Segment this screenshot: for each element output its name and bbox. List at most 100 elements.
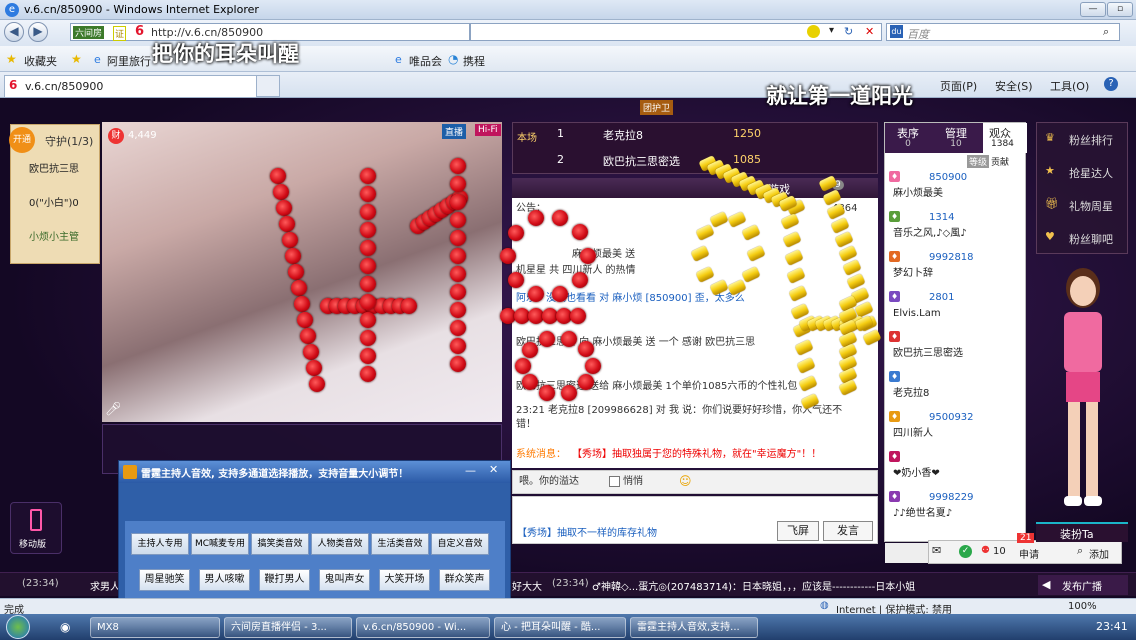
fav-ctrip[interactable]: 携程 [463, 53, 485, 69]
maximize-button[interactable]: ▫ [1107, 2, 1133, 17]
chrome-icon[interactable]: ◉ [60, 620, 70, 634]
rose-icon [450, 230, 466, 246]
taskbar-item[interactable]: 六间房直播伴侣 - 3... [224, 617, 352, 638]
guard-user[interactable]: 欧巴抗三思 [29, 163, 79, 177]
sort-contrib[interactable]: 贡献 [991, 155, 1009, 168]
go-icon[interactable] [807, 25, 820, 38]
chat-target[interactable]: 喂。你的溢达 [519, 475, 579, 489]
rose-icon [450, 338, 466, 354]
taskbar-item[interactable]: MX8 [90, 617, 220, 638]
tab-audience-count: 1384 [991, 139, 1014, 149]
fly-screen-button[interactable]: 飞屏 [777, 521, 819, 541]
favorites-label[interactable]: 收藏夹 [24, 53, 57, 69]
level-badge-icon: ♦ [889, 451, 901, 462]
audience-row[interactable]: ♦ 老克拉8 [889, 371, 1023, 407]
chat-input[interactable]: 【秀场】抽取不一样的库存礼物 飞屏 发言 [512, 496, 878, 544]
rank-1-name[interactable]: 老克拉8 [603, 127, 643, 143]
menu-tools[interactable]: 工具(O) [1050, 78, 1089, 94]
back-icon[interactable]: ◀ [4, 22, 24, 42]
check-icon[interactable]: ✓ [959, 545, 972, 558]
refresh-icon[interactable]: ↻ [844, 25, 853, 38]
star-master[interactable]: 抢星达人 [1069, 165, 1113, 181]
sound-tab[interactable]: 自定义音效 [431, 533, 489, 555]
audience-row[interactable]: ♦ 1314 音乐之风,♪◇風♪ [889, 211, 1023, 247]
mail-icon[interactable]: ✉ [932, 544, 941, 557]
sound-tab[interactable]: 主持人专用 [131, 533, 189, 555]
stop-icon[interactable]: ✕ [865, 25, 874, 38]
menu-page[interactable]: 页面(P) [940, 78, 977, 94]
start-button[interactable] [6, 615, 30, 639]
sound-tab[interactable]: 生活类音效 [371, 533, 429, 555]
publish-broadcast-button[interactable]: ◀ 发布广播 [1038, 575, 1128, 595]
dress-up-button[interactable]: 装扮Ta [1036, 522, 1128, 542]
tab-main[interactable]: 6 v.6.cn/850900 [4, 75, 280, 97]
sound-effect-button[interactable]: 周星驰笑 [139, 569, 190, 591]
new-tab-button[interactable] [256, 75, 280, 97]
mobile-version-button[interactable]: 移动版 [10, 502, 62, 554]
sound-effect-button[interactable]: 男人咳嗽 [199, 569, 250, 591]
rose-icon [360, 276, 376, 292]
apply-button[interactable]: 申请 [1019, 546, 1039, 561]
apply-badge: 21 [1017, 533, 1035, 543]
sound-effect-button[interactable]: 鞭打男人 [259, 569, 310, 591]
fan-menu: ♛ 粉丝排行 ★ 抢星达人 🎁︎ 礼物周星 ♥ 粉丝聊吧 [1036, 122, 1128, 254]
help-icon[interactable]: ? [1104, 77, 1118, 91]
rose-icon [288, 264, 304, 280]
audience-id: 9998229 [929, 492, 974, 503]
guard-open-button[interactable]: 开通 [9, 127, 35, 153]
search-field[interactable]: du 百度 ⌕ [886, 23, 1120, 41]
guard-user[interactable]: 0("小白")0 [29, 197, 79, 211]
fan-rank[interactable]: 粉丝排行 [1069, 132, 1113, 148]
add-button[interactable]: 添加 [1089, 546, 1109, 561]
audience-row[interactable]: ♦ 9500932 四川新人 [889, 411, 1023, 447]
session-label: 本场 [517, 133, 537, 144]
sound-effect-button[interactable]: 鬼叫声女 [319, 569, 370, 591]
address-field-tail[interactable]: ▾ ↻ ✕ [470, 23, 882, 41]
promo-text[interactable]: 【秀场】抽取不一样的库存礼物 [517, 527, 657, 541]
sound-tab[interactable]: 搞笑类音效 [251, 533, 309, 555]
sound-effect-button[interactable]: 群众笑声 [439, 569, 490, 591]
emoji-icon[interactable]: ☺ [679, 474, 692, 488]
minimize-icon[interactable]: — [465, 464, 476, 477]
sound-effect-button[interactable]: 大笑开场 [379, 569, 430, 591]
sort-level[interactable]: 等级 [967, 155, 990, 168]
fav-vip[interactable]: 唯品会 [409, 53, 442, 69]
dropdown-icon[interactable]: ▾ [829, 25, 834, 36]
taskbar-item[interactable]: 雷霆主持人音效,支持... [630, 617, 758, 638]
rose-icon [360, 366, 376, 382]
search-icon[interactable]: ⌕ [1103, 25, 1109, 39]
audience-row[interactable]: ♦ 850900 麻小烦最美 [889, 171, 1023, 207]
minimize-button[interactable]: — [1080, 2, 1106, 17]
add-favorite-icon[interactable]: ★ [71, 52, 82, 66]
search-icon[interactable]: ⌕ [1077, 544, 1083, 558]
tab-audience[interactable]: 观众 1384 [983, 123, 1027, 153]
sound-tab[interactable]: MC喊麦专用 [191, 533, 249, 555]
forward-icon[interactable]: ▶ [28, 22, 48, 42]
fav-alitrip[interactable]: 阿里旅行 [107, 53, 151, 69]
rose-icon [450, 356, 466, 372]
fan-chat[interactable]: 粉丝聊吧 [1069, 231, 1113, 247]
menu-safety[interactable]: 安全(S) [995, 78, 1033, 94]
audience-row[interactable]: ♦ 9992818 梦幻卜辞 [889, 251, 1023, 287]
sound-tab[interactable]: 人物类音效 [311, 533, 369, 555]
audience-name: ❤奶小香❤ [893, 468, 940, 479]
zoom-level[interactable]: 100% [1068, 601, 1097, 612]
audience-row[interactable]: ♦ 欧巴抗三思密选 [889, 331, 1023, 367]
taskbar-item[interactable]: 心 - 把耳朵叫醒 - 酷... [494, 617, 626, 638]
quiet-checkbox[interactable] [609, 476, 620, 487]
room-tag: 六间房 [73, 26, 105, 39]
audience-row[interactable]: ♦ 9998229 ♪♪绝世名夏♪ [889, 491, 1023, 527]
audience-row[interactable]: ♦ ❤奶小香❤ [889, 451, 1023, 487]
rose-icon [294, 296, 310, 312]
audience-row[interactable]: ♦ 2801 Elvis.Lam [889, 291, 1023, 327]
guard-title: 守护(1/3) [45, 135, 94, 148]
close-icon[interactable]: ✕ [489, 463, 498, 476]
guard-panel: 开通 守护(1/3) 欧巴抗三思 0("小白")0 小烦小主管 [9, 124, 100, 264]
taskbar-item[interactable]: v.6.cn/850900 - Wi... [356, 617, 490, 638]
send-button[interactable]: 发言 [823, 521, 873, 541]
gift-weekly[interactable]: 礼物周星 [1069, 198, 1113, 214]
rose-icon [539, 384, 556, 401]
mic-icon[interactable]: 🎤︎ [105, 402, 122, 417]
guard-user[interactable]: 小烦小主管 [29, 231, 79, 245]
rank-2-name[interactable]: 欧巴抗三思密选 [603, 153, 680, 169]
